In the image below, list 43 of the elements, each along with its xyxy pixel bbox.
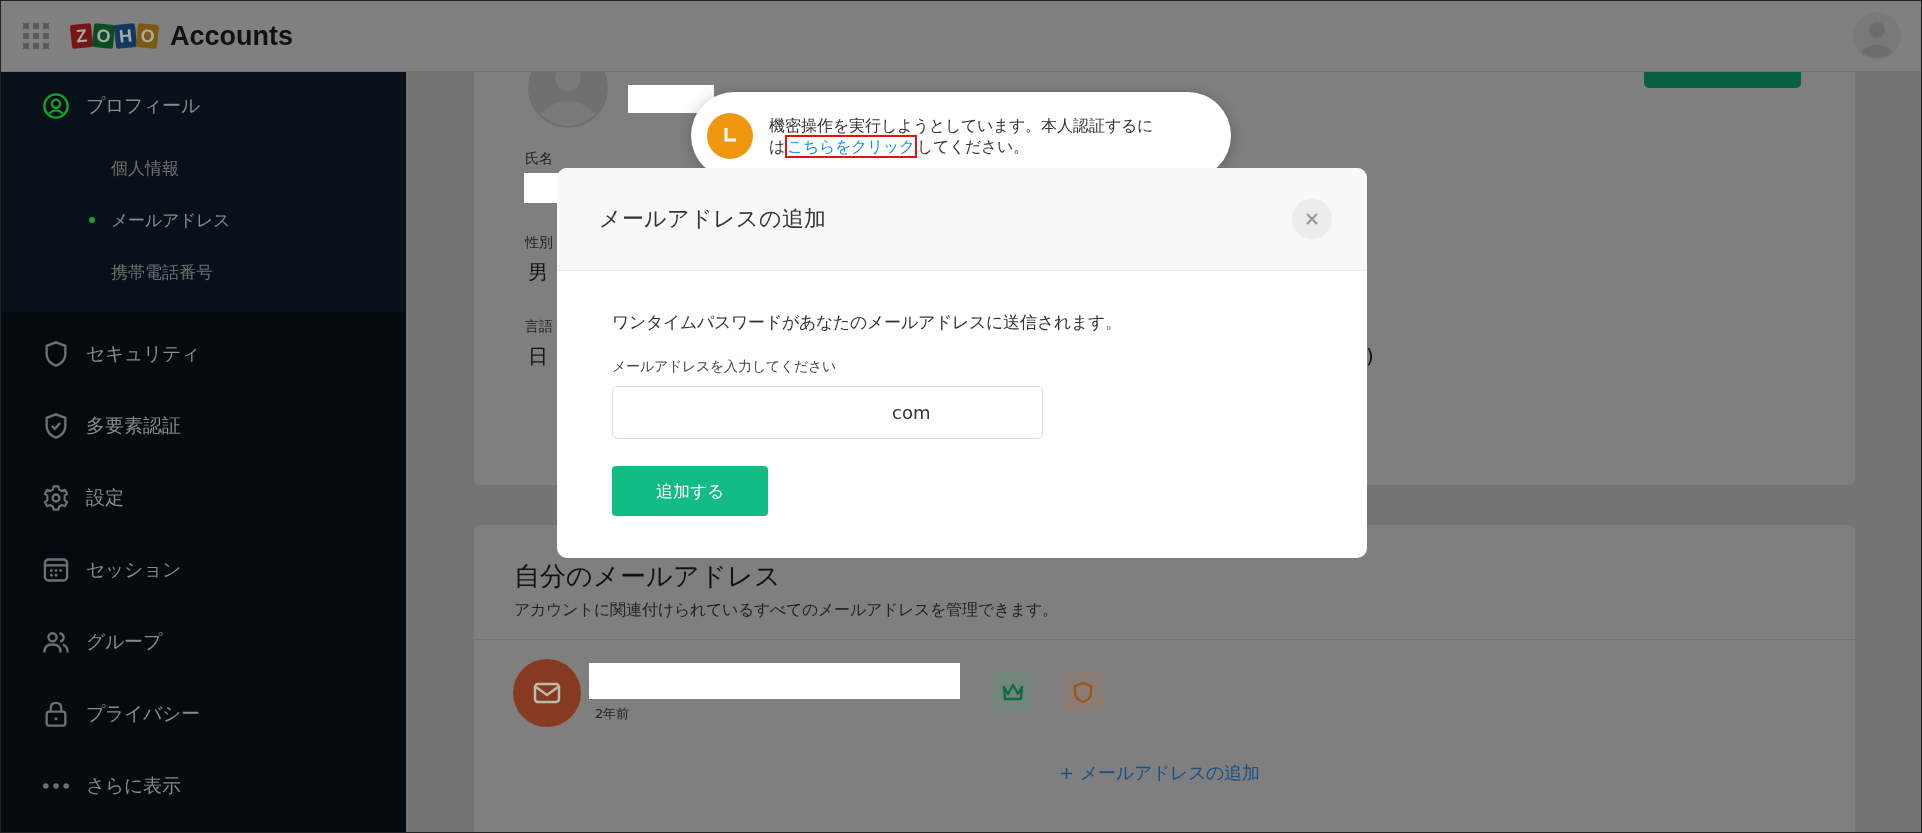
field-label: 言語 — [525, 318, 553, 336]
email-age: 2年前 — [595, 705, 631, 723]
sidebar-item[interactable]: 設定 — [1, 462, 406, 534]
section-subtitle: アカウントに関連付けられているすべてのメールアドレスを管理できます。 — [514, 600, 1059, 621]
sidebar-item[interactable]: セキュリティ — [1, 318, 406, 390]
sidebar-item[interactable]: プライバシー — [1, 678, 406, 750]
sidebar-item[interactable]: 多要素認証 — [1, 390, 406, 462]
section-title: 自分のメールアドレス — [514, 560, 782, 593]
crown-icon — [993, 672, 1033, 712]
field-label: 氏名 — [525, 150, 553, 168]
sidebar-subitem[interactable]: 個人情報 — [1, 142, 406, 194]
sidebar-item[interactable]: さらに表示 — [1, 750, 406, 822]
sidebar-item[interactable]: プロフィール — [1, 84, 406, 128]
settings-icon — [42, 484, 70, 512]
sidebar-subitem[interactable]: 携帯電話番号 — [1, 246, 406, 298]
field-label: メールアドレスを入力してください — [612, 358, 836, 376]
logo-letter: H — [113, 22, 138, 50]
profile-icon — [42, 92, 70, 120]
close-icon — [1305, 212, 1319, 226]
dialog-title: メールアドレスの追加 — [599, 205, 826, 233]
mail-icon — [513, 659, 581, 727]
toast-message: 機密操作を実行しようとしています。本人認証するには こちらをクリック してください。 — [769, 114, 1154, 157]
sidebar-subitem[interactable]: メールアドレス — [1, 194, 406, 246]
more-icon — [42, 782, 70, 790]
app-grid-icon[interactable] — [23, 23, 49, 49]
calendar-icon — [42, 556, 70, 584]
sidebar-item[interactable]: グループ — [1, 606, 406, 678]
logo-letter: Z — [69, 22, 94, 50]
field-value: ) — [1366, 344, 1374, 368]
clock-icon — [707, 112, 753, 159]
verify-link[interactable]: こちらをクリック — [785, 134, 917, 158]
shield-icon — [1063, 672, 1103, 712]
app-name: Accounts — [170, 20, 294, 52]
logo-letter: O — [91, 22, 116, 50]
field-value: 男 — [528, 258, 548, 286]
edit-button[interactable] — [1644, 72, 1801, 88]
logo-letter: O — [135, 22, 160, 50]
field-value: 日 — [528, 342, 548, 370]
close-button[interactable] — [1292, 199, 1332, 239]
sidebar-item[interactable]: セッション — [1, 534, 406, 606]
dialog-description: ワンタイムパスワードがあなたのメールアドレスに送信されます。 — [612, 311, 1122, 334]
field-label: 性別 — [525, 234, 553, 252]
email-input[interactable]: com — [612, 386, 1043, 439]
